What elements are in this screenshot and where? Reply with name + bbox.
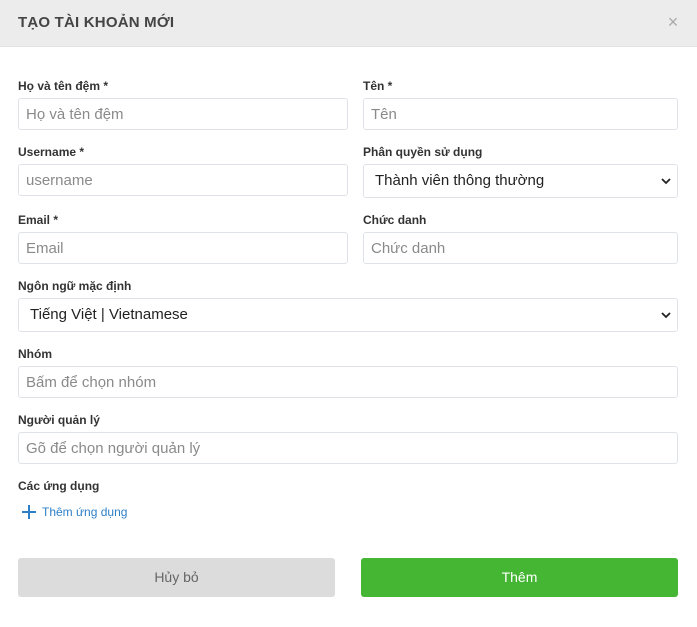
group-input[interactable] [18, 366, 678, 398]
first-name-label: Tên * [363, 79, 393, 93]
job-title-input[interactable] [363, 232, 678, 264]
manager-label: Người quản lý [18, 413, 100, 427]
add-app-label: Thêm ứng dụng [42, 505, 128, 519]
chevron-down-icon [661, 178, 671, 185]
submit-button[interactable]: Thêm [361, 558, 678, 597]
add-app-link[interactable]: Thêm ứng dụng [22, 505, 127, 519]
language-select-value: Tiếng Việt | Vietnamese [30, 306, 188, 323]
role-select-value: Thành viên thông thường [375, 172, 545, 189]
first-name-input[interactable] [363, 98, 678, 130]
close-icon[interactable]: × [663, 11, 683, 33]
email-label: Email * [18, 213, 59, 227]
middle-name-label: Họ và tên đệm * [18, 79, 109, 93]
language-select[interactable]: Tiếng Việt | Vietnamese [18, 298, 678, 332]
modal-header: TẠO TÀI KHOẢN MỚI × [0, 0, 697, 47]
role-select[interactable]: Thành viên thông thường [363, 164, 678, 198]
chevron-down-icon [661, 312, 671, 319]
manager-input[interactable] [18, 432, 678, 464]
cancel-button[interactable]: Hủy bỏ [18, 558, 335, 597]
group-label: Nhóm [18, 347, 52, 361]
job-title-label: Chức danh [363, 213, 427, 227]
plus-icon [22, 505, 36, 519]
username-label: Username * [18, 145, 85, 159]
username-input[interactable] [18, 164, 348, 196]
middle-name-input[interactable] [18, 98, 348, 130]
language-label: Ngôn ngữ mặc định [18, 279, 132, 293]
role-label: Phân quyền sử dụng [363, 145, 483, 159]
modal-title: TẠO TÀI KHOẢN MỚI [18, 14, 175, 31]
email-input[interactable] [18, 232, 348, 264]
apps-label: Các ứng dụng [18, 479, 100, 493]
